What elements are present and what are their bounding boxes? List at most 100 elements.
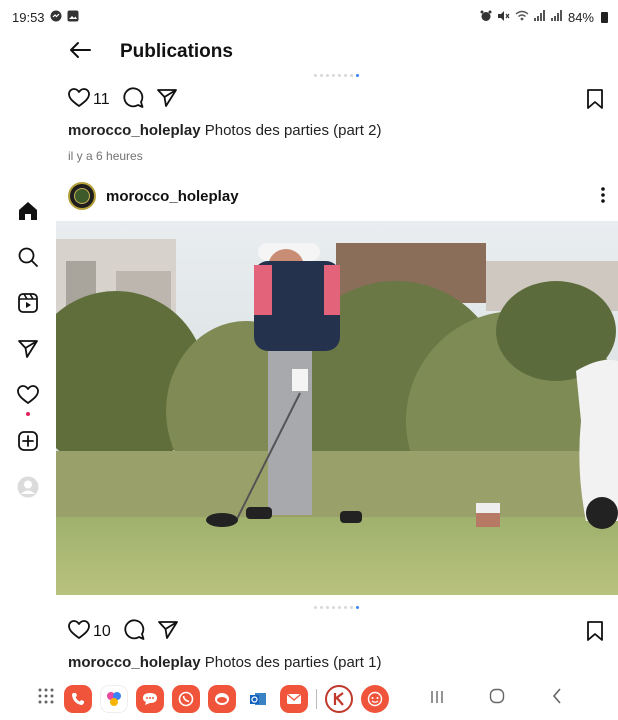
caption-text: Photos des parties (part 1) [204, 654, 382, 671]
sidebar-item-search[interactable] [0, 236, 56, 282]
notifications-icon [17, 384, 39, 410]
carousel-dot-active [356, 606, 359, 609]
post-username[interactable]: morocco_holeplay [106, 188, 239, 205]
search-icon [17, 246, 39, 273]
sidebar-item-profile[interactable] [0, 466, 56, 512]
carousel-dot [344, 606, 347, 609]
signal-icon-1 [533, 10, 546, 24]
bookmark-button[interactable] [586, 621, 604, 646]
notification-dot [26, 412, 30, 416]
status-right: 84% [480, 10, 608, 25]
carousel-dot [326, 74, 329, 77]
post-timestamp: il y a 6 heures [68, 149, 143, 163]
carousel-dot [332, 74, 335, 77]
sidebar-nav [0, 190, 56, 512]
email-app-icon[interactable] [280, 684, 308, 713]
gallery-app-icon[interactable] [100, 684, 128, 713]
bookmark-button[interactable] [586, 89, 604, 114]
like-button[interactable]: 11 [68, 87, 110, 113]
page-title: Publications [120, 41, 233, 62]
carousel-dot-active [356, 74, 359, 77]
create-icon [17, 430, 39, 457]
top-bar: Publications [56, 34, 618, 70]
caption-username[interactable]: morocco_holeplay [68, 654, 201, 671]
mute-icon [497, 10, 510, 25]
recent-app-chat-icon[interactable] [361, 684, 389, 713]
post-actions: 11 [56, 83, 618, 117]
taskbar-divider [316, 688, 317, 709]
carousel-dot [338, 606, 341, 609]
carousel-dot [320, 74, 323, 77]
post-photo[interactable] [56, 221, 618, 595]
comment-button[interactable] [122, 86, 144, 114]
wifi-icon [515, 10, 529, 24]
post-caption: morocco_holeplay Photos des parties (par… [68, 654, 381, 671]
post-caption: morocco_holeplay Photos des parties (par… [68, 122, 381, 139]
caption-username[interactable]: morocco_holeplay [68, 122, 201, 139]
carousel-dot [326, 606, 329, 609]
status-left: 19:53 [12, 10, 79, 25]
comment-icon [122, 86, 144, 114]
direct-messages-icon [17, 339, 39, 364]
phone-app-icon[interactable] [64, 684, 92, 713]
battery-percent: 84% [567, 9, 594, 25]
carousel-dot [332, 606, 335, 609]
carousel-dot [314, 606, 317, 609]
heart-icon [68, 87, 90, 113]
like-count: 10 [93, 623, 111, 640]
share-button[interactable] [156, 88, 178, 113]
carousel-dot [314, 74, 317, 77]
app-drawer-icon[interactable] [36, 688, 56, 709]
sidebar-item-create[interactable] [0, 420, 56, 466]
comment-icon [123, 618, 145, 646]
sidebar-item-reels[interactable] [0, 282, 56, 328]
post-header: morocco_holeplay [56, 180, 618, 212]
carousel-indicator [314, 74, 359, 77]
sidebar-item-notifications[interactable] [0, 374, 56, 420]
recents-nav-icon[interactable] [411, 688, 463, 709]
back-button[interactable] [56, 40, 104, 65]
carousel-dot [350, 606, 353, 609]
avatar[interactable] [68, 182, 96, 210]
golfer-photo [56, 221, 618, 595]
reels-icon [17, 292, 39, 319]
bookmark-icon [586, 621, 604, 645]
messages-app-icon[interactable] [136, 684, 164, 713]
arrow-left-icon [68, 39, 92, 66]
heart-icon [68, 619, 90, 645]
messenger-notification-icon [50, 10, 62, 25]
carousel-indicator [314, 606, 359, 609]
recent-app-k-icon[interactable] [325, 684, 353, 713]
send-icon [157, 620, 179, 645]
battery-icon [601, 11, 608, 23]
carousel-dot [344, 74, 347, 77]
back-nav-icon[interactable] [531, 688, 583, 709]
like-button[interactable]: 10 [68, 619, 111, 645]
gallery-notification-icon [67, 10, 79, 25]
like-count: 11 [93, 91, 110, 108]
carousel-dot [320, 606, 323, 609]
status-bar: 19:53 84% [0, 0, 618, 34]
profile-icon [17, 476, 39, 503]
avatar-logo [74, 188, 90, 204]
comment-button[interactable] [123, 618, 145, 646]
send-icon [156, 88, 178, 113]
signal-icon-2 [550, 10, 563, 24]
carousel-dot [338, 74, 341, 77]
home-nav-icon[interactable] [471, 688, 523, 709]
share-button[interactable] [157, 620, 179, 645]
caption-text: Photos des parties (part 2) [204, 122, 382, 139]
post-actions: 10 [56, 615, 618, 649]
carousel-dot [350, 74, 353, 77]
alarm-icon [480, 10, 492, 25]
whatsapp-app-icon[interactable] [172, 684, 200, 713]
sidebar-item-messages[interactable] [0, 328, 56, 374]
more-options-icon[interactable] [600, 186, 606, 207]
outlook-app-icon[interactable] [244, 684, 272, 713]
taskbar [0, 677, 618, 720]
browser-app-icon[interactable] [208, 684, 236, 713]
sidebar-item-home[interactable] [0, 190, 56, 236]
status-time: 19:53 [12, 9, 45, 25]
bookmark-icon [586, 89, 604, 113]
home-icon [17, 200, 39, 227]
